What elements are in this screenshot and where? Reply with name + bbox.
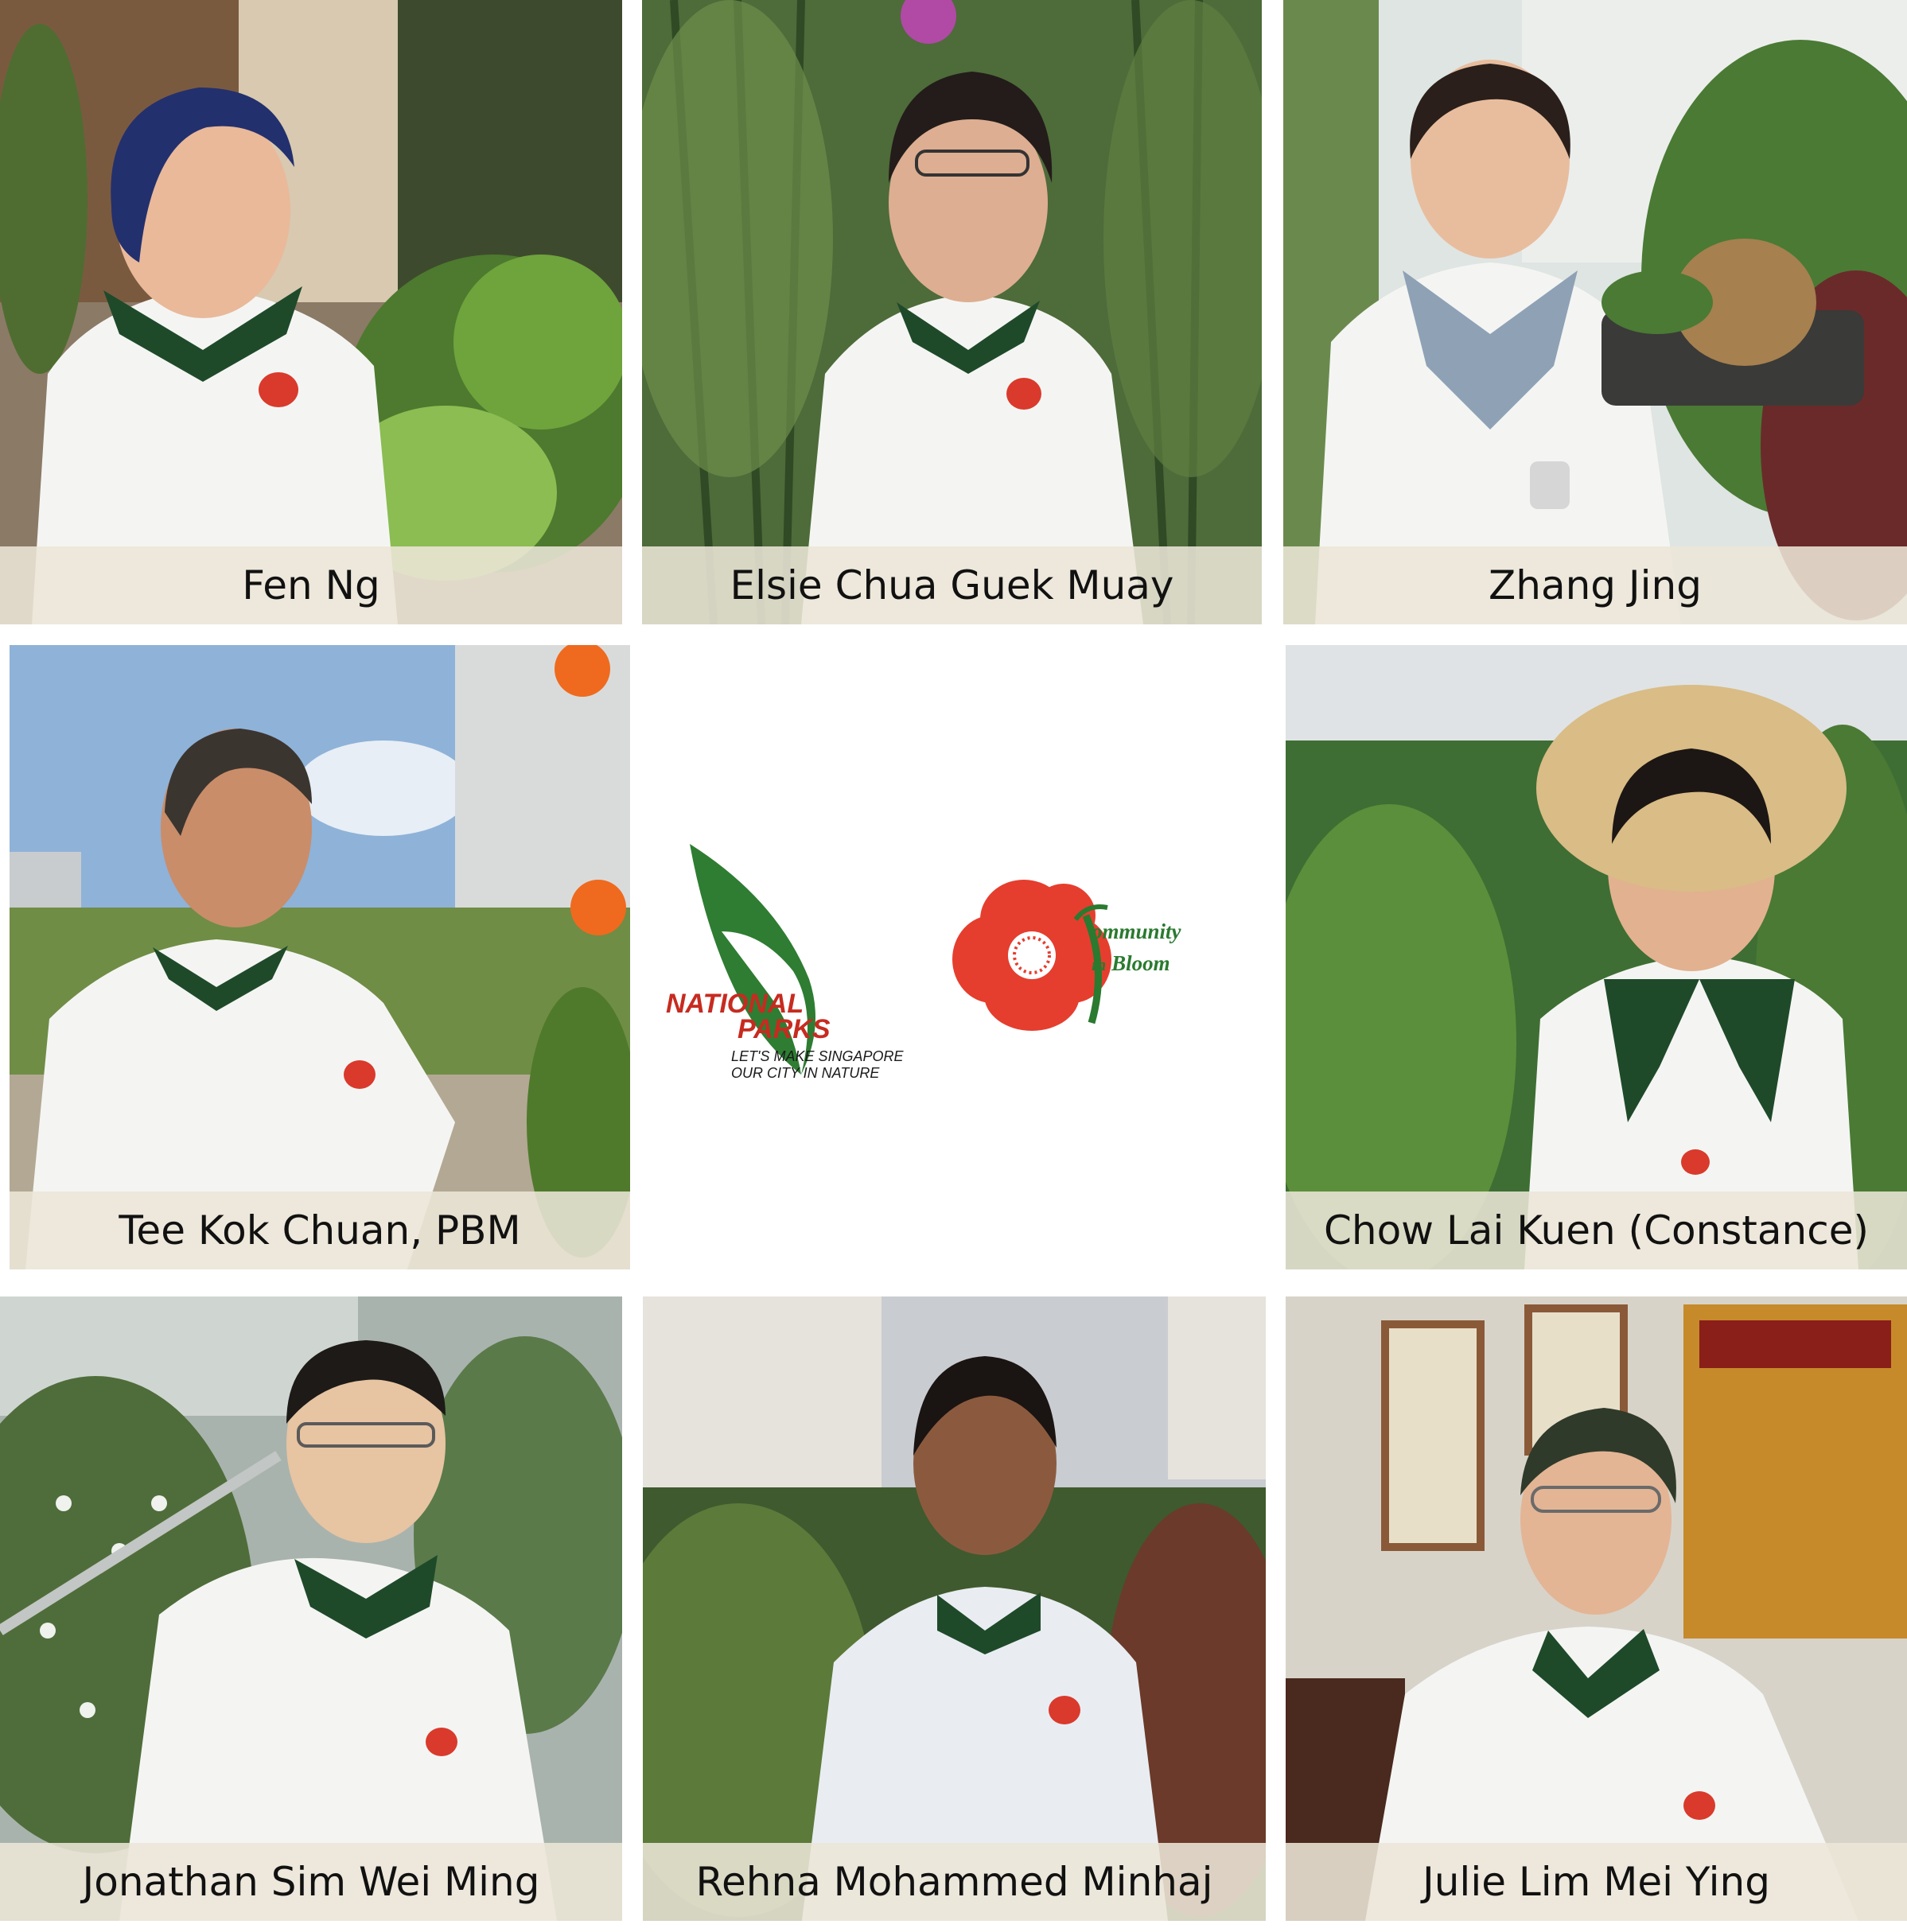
portrait-tile-julie-lim: Julie Lim Mei Ying [1286,1296,1907,1921]
portrait-tile-elsie-chua: Elsie Chua Guek Muay [642,0,1262,624]
name-caption: Zhang Jing [1283,546,1907,624]
name-caption: Fen Ng [0,546,622,624]
portrait-photo [1286,645,1907,1269]
community-in-bloom-in: in [1092,954,1107,974]
portrait-photo [0,0,622,624]
name-caption: Elsie Chua Guek Muay [642,546,1262,624]
portrait-tile-fen-ng: Fen Ng [0,0,622,624]
national-parks-line2: PARKS [738,1014,831,1044]
portrait-photo [1283,0,1907,624]
community-in-bloom-line2: in Bloom [1092,951,1170,976]
portrait-tile-rehna: Rehna Mohammed Minhaj [643,1296,1266,1921]
tagline-line1: LET'S MAKE SINGAPORE [731,1048,904,1064]
national-parks-line1: NATIONAL [666,989,804,1019]
portrait-photo [642,0,1262,624]
community-in-bloom-line1: ommunity [1092,919,1181,943]
portrait-tile-zhang-jing: Zhang Jing [1283,0,1907,624]
portrait-photo [1286,1296,1907,1921]
national-parks-wordmark: NATIONAL PARKS [666,989,831,1044]
name-caption: Julie Lim Mei Ying [1286,1843,1907,1921]
portrait-photo [0,1296,622,1921]
name-caption: Tee Kok Chuan, PBM [10,1191,630,1269]
name-caption: Chow Lai Kuen (Constance) [1286,1191,1907,1269]
portrait-tile-tee-kok-chuan: Tee Kok Chuan, PBM [10,645,630,1269]
portrait-photo [10,645,630,1269]
portrait-photo [643,1296,1266,1921]
name-caption: Rehna Mohammed Minhaj [643,1843,1266,1921]
portrait-tile-jonathan-sim: Jonathan Sim Wei Ming [0,1296,622,1921]
national-parks-tagline: LET'S MAKE SINGAPORE OUR CITY IN NATURE [731,1048,904,1082]
name-caption: Jonathan Sim Wei Ming [0,1843,622,1921]
community-in-bloom-bloom: Bloom [1111,951,1170,975]
logo-panel: NATIONAL PARKS LET'S MAKE SINGAPORE OUR … [642,645,1278,1269]
portrait-tile-chow-lai-kuen: Chow Lai Kuen (Constance) [1286,645,1907,1269]
tagline-line2: OUR CITY IN NATURE [731,1065,880,1081]
